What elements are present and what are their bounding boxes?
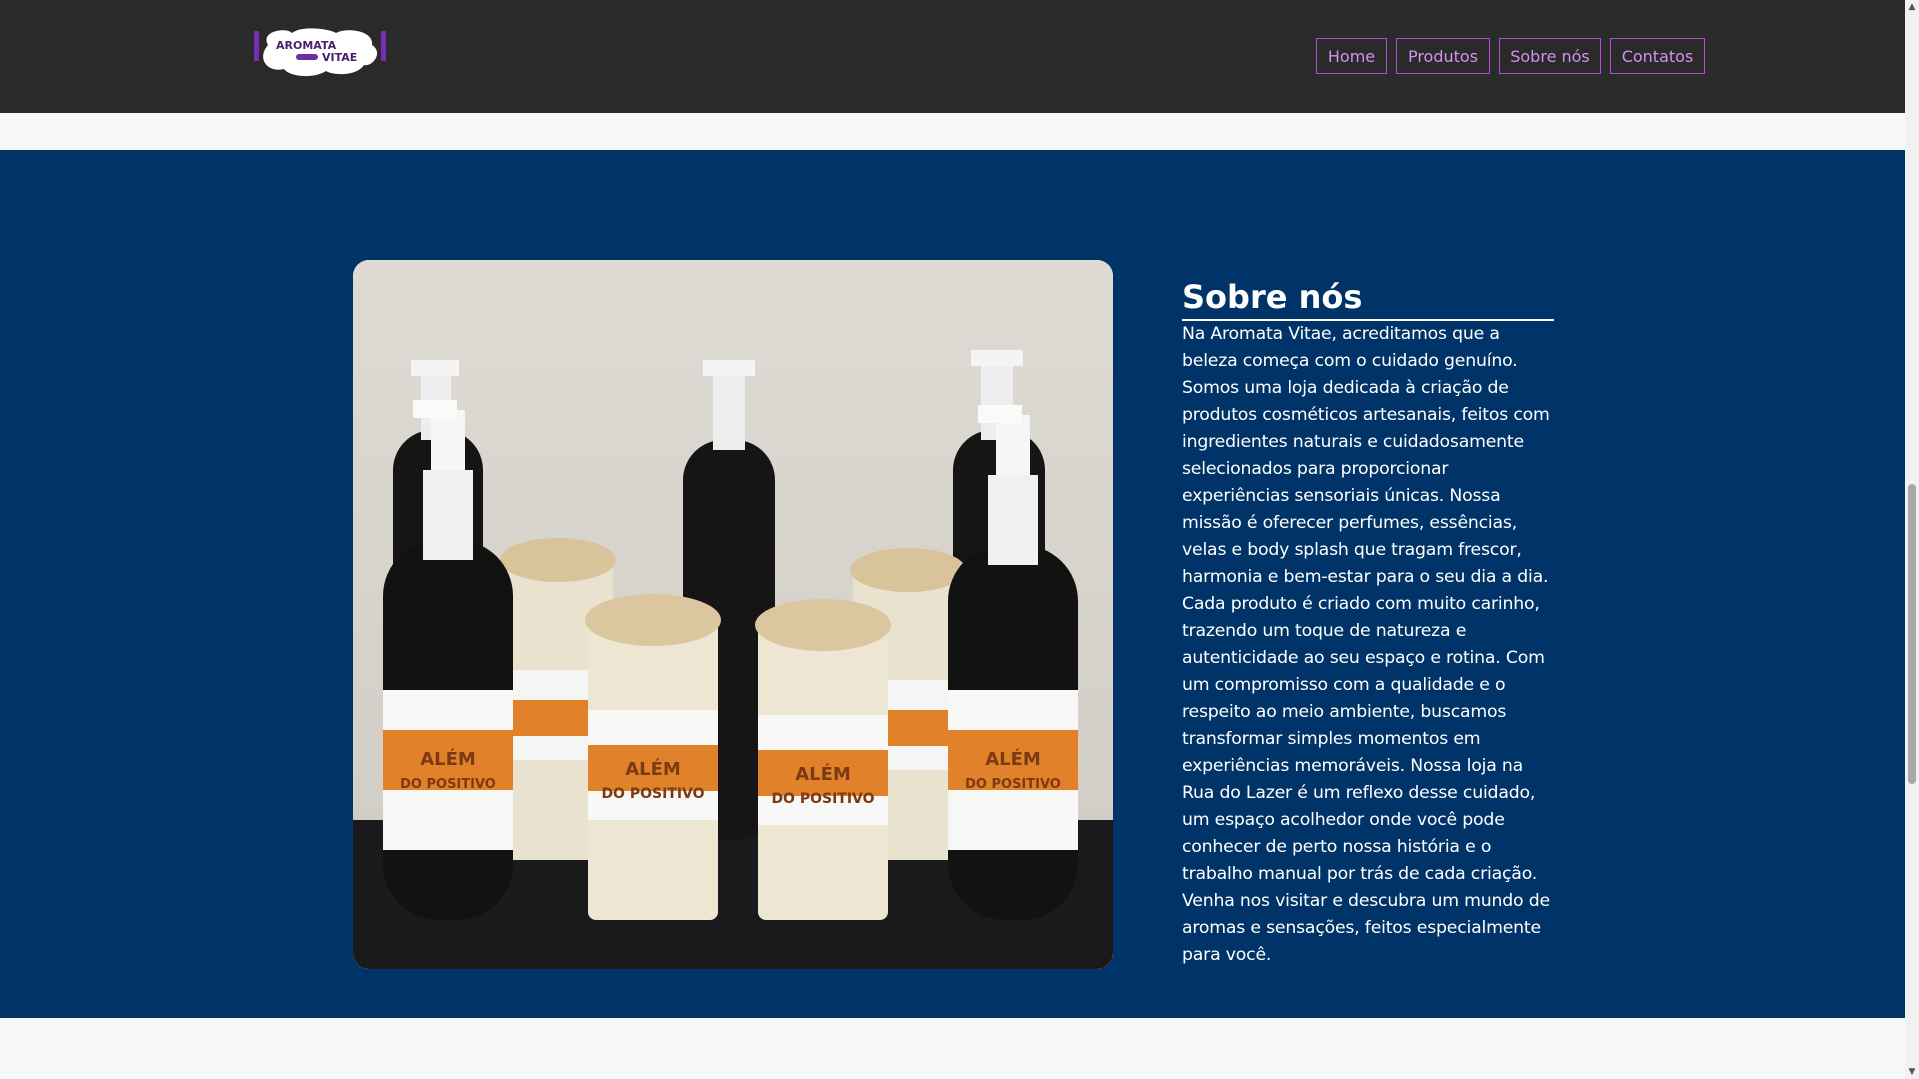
svg-text:DO POSITIVO: DO POSITIVO (771, 791, 874, 807)
svg-text:ALÉM: ALÉM (795, 763, 851, 785)
svg-text:ALÉM: ALÉM (625, 758, 681, 780)
scroll-down-arrow-icon[interactable]: ▼ (1905, 1065, 1919, 1079)
svg-text:DO POSITIVO: DO POSITIVO (400, 777, 496, 792)
scroll-up-arrow-icon[interactable]: ▲ (1905, 0, 1919, 14)
product-photo: ALÉM DO POSITIVO ALÉM DO POSITIVO ALÉM D… (353, 260, 1113, 969)
svg-text:ALÉM: ALÉM (985, 748, 1041, 770)
nav-sobre-nos-button[interactable]: Sobre nós (1499, 38, 1601, 74)
scrollbar-thumb[interactable] (1908, 484, 1916, 784)
candle-jar (585, 594, 721, 920)
section-spacer-bottom (0, 1018, 1905, 1079)
about-title: Sobre nós (1182, 277, 1554, 321)
site-header: AROMATA VITAE Home Produtos Sobre nós Co… (0, 0, 1905, 113)
candle-jar (755, 599, 891, 920)
main-nav: Home Produtos Sobre nós Contatos (0, 38, 1905, 76)
page-scrollbar[interactable]: ▲ ▼ (1905, 0, 1919, 1079)
products-image: ALÉM DO POSITIVO ALÉM DO POSITIVO ALÉM D… (353, 260, 1113, 969)
nav-home-button[interactable]: Home (1316, 38, 1387, 74)
about-section: ALÉM DO POSITIVO ALÉM DO POSITIVO ALÉM D… (0, 150, 1905, 1018)
svg-text:DO POSITIVO: DO POSITIVO (601, 786, 704, 802)
svg-text:ALÉM: ALÉM (420, 748, 476, 770)
about-description: Na Aromata Vitae, acreditamos que a bele… (1182, 324, 1550, 965)
svg-text:DO POSITIVO: DO POSITIVO (965, 777, 1061, 792)
section-spacer (0, 113, 1905, 150)
nav-produtos-button[interactable]: Produtos (1396, 38, 1490, 74)
nav-contatos-button[interactable]: Contatos (1610, 38, 1705, 74)
